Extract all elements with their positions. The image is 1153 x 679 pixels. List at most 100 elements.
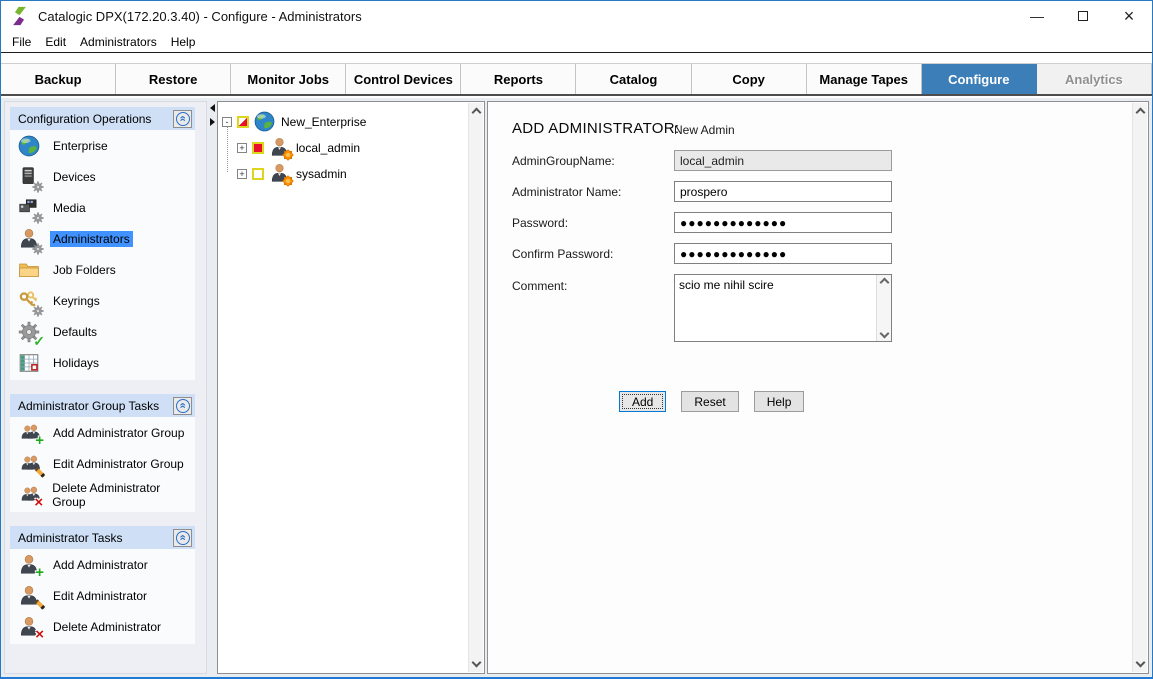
chevron-double-up-icon: «	[176, 399, 190, 413]
form-scrollbar[interactable]	[1132, 103, 1147, 672]
collapse-section-button[interactable]: «	[173, 397, 192, 415]
edit-admin-icon	[17, 584, 41, 608]
chevron-double-up-icon: «	[176, 531, 190, 545]
minimize-button[interactable]: —	[1014, 1, 1060, 31]
sidebar-item-edit-administrator-group[interactable]: Edit Administrator Group	[10, 448, 195, 479]
admin-starburst-icon	[269, 137, 291, 159]
sidebar-item-devices[interactable]: Devices	[10, 161, 195, 192]
window-controls: — ×	[1014, 1, 1152, 31]
add-button[interactable]: Add	[619, 391, 666, 412]
sidebar-item-add-administrator[interactable]: + Add Administrator	[10, 549, 195, 580]
tree-node-local-admin[interactable]: + local_admin	[222, 135, 482, 161]
collapse-section-button[interactable]: «	[173, 110, 192, 128]
tab-monitor-jobs[interactable]: Monitor Jobs	[231, 64, 346, 94]
title-bar: Catalogic DPX(172.20.3.40) - Configure -…	[1, 1, 1152, 31]
reset-button[interactable]: Reset	[681, 391, 738, 412]
window-title: Catalogic DPX(172.20.3.40) - Configure -…	[38, 9, 362, 24]
content-area: Configuration Operations « Enterprise De…	[1, 98, 1152, 677]
enterprise-globe-icon	[17, 134, 41, 158]
comment-scrollbar[interactable]	[876, 275, 891, 341]
section-title: Configuration Operations	[18, 112, 151, 126]
administrators-icon	[17, 227, 41, 251]
check-icon: ✓	[33, 334, 45, 348]
menu-bar: File Edit Administrators Help	[1, 31, 1152, 53]
gear-icon	[32, 181, 44, 193]
enterprise-tree: - New_Enterprise + local_admin +	[218, 102, 484, 187]
sidebar-item-administrators[interactable]: Administrators	[10, 223, 195, 254]
expand-node-icon[interactable]: +	[237, 169, 247, 179]
tab-copy[interactable]: Copy	[692, 64, 807, 94]
tree-scrollbar[interactable]	[468, 103, 483, 672]
tab-manage-tapes[interactable]: Manage Tapes	[807, 64, 922, 94]
menu-help[interactable]: Help	[164, 32, 203, 52]
x-icon: ×	[34, 495, 43, 510]
tab-backup[interactable]: Backup	[1, 64, 116, 94]
delete-admin-icon: ×	[17, 615, 41, 639]
enterprise-tree-panel: - New_Enterprise + local_admin +	[217, 101, 485, 674]
close-button[interactable]: ×	[1106, 1, 1152, 31]
gear-icon	[32, 243, 44, 255]
sidebar-item-delete-administrator[interactable]: × Delete Administrator	[10, 611, 195, 642]
menu-administrators[interactable]: Administrators	[73, 32, 164, 52]
tab-catalog[interactable]: Catalog	[576, 64, 691, 94]
enterprise-globe-icon	[254, 111, 276, 133]
tab-analytics[interactable]: Analytics	[1037, 64, 1152, 94]
section-header-administrator-group-tasks: Administrator Group Tasks «	[10, 394, 195, 417]
collapse-section-button[interactable]: «	[173, 529, 192, 547]
sidebar-item-enterprise[interactable]: Enterprise	[10, 130, 195, 161]
tree-node-new-enterprise[interactable]: - New_Enterprise	[222, 109, 482, 135]
tree-node-label[interactable]: local_admin	[296, 141, 360, 155]
tristate-checkbox-checked[interactable]	[252, 142, 264, 154]
chevron-double-up-icon: «	[176, 112, 190, 126]
comment-field-wrap: scio me nihil scire	[674, 274, 892, 342]
tree-node-sysadmin[interactable]: + sysadmin	[222, 161, 482, 187]
edit-admin-group-icon	[17, 452, 41, 476]
tab-reports[interactable]: Reports	[461, 64, 576, 94]
sidebar-item-job-folders[interactable]: Job Folders	[10, 254, 195, 285]
tree-node-label[interactable]: sysadmin	[296, 167, 347, 181]
maximize-button[interactable]	[1060, 1, 1106, 31]
sidebar-item-defaults[interactable]: ✓ Defaults	[10, 316, 195, 347]
password-label: Password:	[512, 216, 568, 230]
confirm-password-field[interactable]	[674, 243, 892, 264]
collapse-node-icon[interactable]: -	[222, 117, 232, 127]
sidebar-item-delete-administrator-group[interactable]: × Delete Administrator Group	[10, 479, 195, 510]
sidebar-splitter[interactable]	[208, 101, 217, 674]
scroll-down-icon[interactable]	[880, 329, 890, 339]
maximize-icon	[1078, 11, 1088, 21]
section-title: Administrator Group Tasks	[18, 399, 159, 413]
sidebar-item-media[interactable]: Media	[10, 192, 195, 223]
scroll-up-icon[interactable]	[1135, 108, 1145, 118]
scroll-down-icon[interactable]	[1136, 658, 1146, 668]
sidebar-item-keyrings[interactable]: Keyrings	[10, 285, 195, 316]
expand-right-icon[interactable]	[210, 118, 215, 126]
catalogic-logo-icon	[10, 6, 29, 26]
sidebar-item-edit-administrator[interactable]: Edit Administrator	[10, 580, 195, 611]
tristate-checkbox-partial[interactable]	[237, 116, 249, 128]
tree-node-label[interactable]: New_Enterprise	[281, 115, 366, 129]
tab-configure[interactable]: Configure	[922, 64, 1037, 94]
administrator-name-field[interactable]	[674, 181, 892, 202]
admin-starburst-icon	[269, 163, 291, 185]
admin-group-name-field[interactable]	[674, 150, 892, 171]
menu-edit[interactable]: Edit	[38, 32, 73, 52]
scroll-up-icon[interactable]	[879, 278, 889, 288]
expand-node-icon[interactable]: +	[237, 143, 247, 153]
comment-field[interactable]: scio me nihil scire	[675, 275, 876, 341]
pencil-icon	[35, 467, 46, 478]
tab-control-devices[interactable]: Control Devices	[346, 64, 461, 94]
administrator-name-label: Administrator Name:	[512, 185, 621, 199]
help-button[interactable]: Help	[754, 391, 805, 412]
sidebar-item-holidays[interactable]: Holidays	[10, 347, 195, 378]
starburst-icon	[282, 149, 294, 161]
keyrings-icon	[17, 289, 41, 313]
scroll-down-icon[interactable]	[472, 658, 482, 668]
tristate-checkbox-unchecked[interactable]	[252, 168, 264, 180]
sidebar-item-add-administrator-group[interactable]: + Add Administrator Group	[10, 417, 195, 448]
plus-icon: +	[35, 565, 44, 580]
menu-file[interactable]: File	[5, 32, 38, 52]
form-heading: ADD ADMINISTRATOR:	[512, 120, 679, 137]
password-field[interactable]	[674, 212, 892, 233]
collapse-left-icon[interactable]	[210, 104, 215, 112]
tab-restore[interactable]: Restore	[116, 64, 231, 94]
